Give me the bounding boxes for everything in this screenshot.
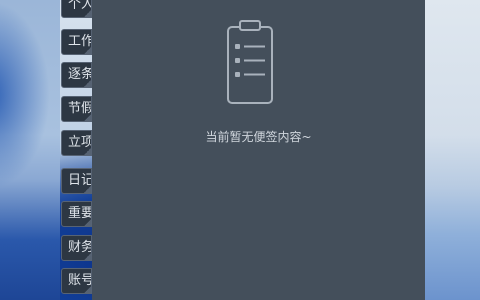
tab-diary[interactable]: 日记 xyxy=(61,168,92,194)
category-tabs: 个人 工作 逐条 节假 立项 日记 重要 财务 账号 xyxy=(61,0,92,300)
tab-work[interactable]: 工作 xyxy=(61,29,92,55)
tab-personal[interactable]: 个人 xyxy=(61,0,92,18)
tab-holiday[interactable]: 节假 xyxy=(61,96,92,122)
empty-state-message: 当前暂无便签内容~ xyxy=(205,130,312,144)
tab-itemized[interactable]: 逐条 xyxy=(61,62,92,88)
tab-important[interactable]: 重要 xyxy=(61,201,92,227)
tab-project[interactable]: 立项 xyxy=(61,130,92,156)
desktop-wallpaper-left xyxy=(0,0,60,300)
tab-finance[interactable]: 财务 xyxy=(61,235,92,261)
tab-account[interactable]: 账号 xyxy=(61,268,92,294)
desktop-wallpaper-right xyxy=(425,0,480,300)
clipboard-list-icon xyxy=(227,20,273,104)
